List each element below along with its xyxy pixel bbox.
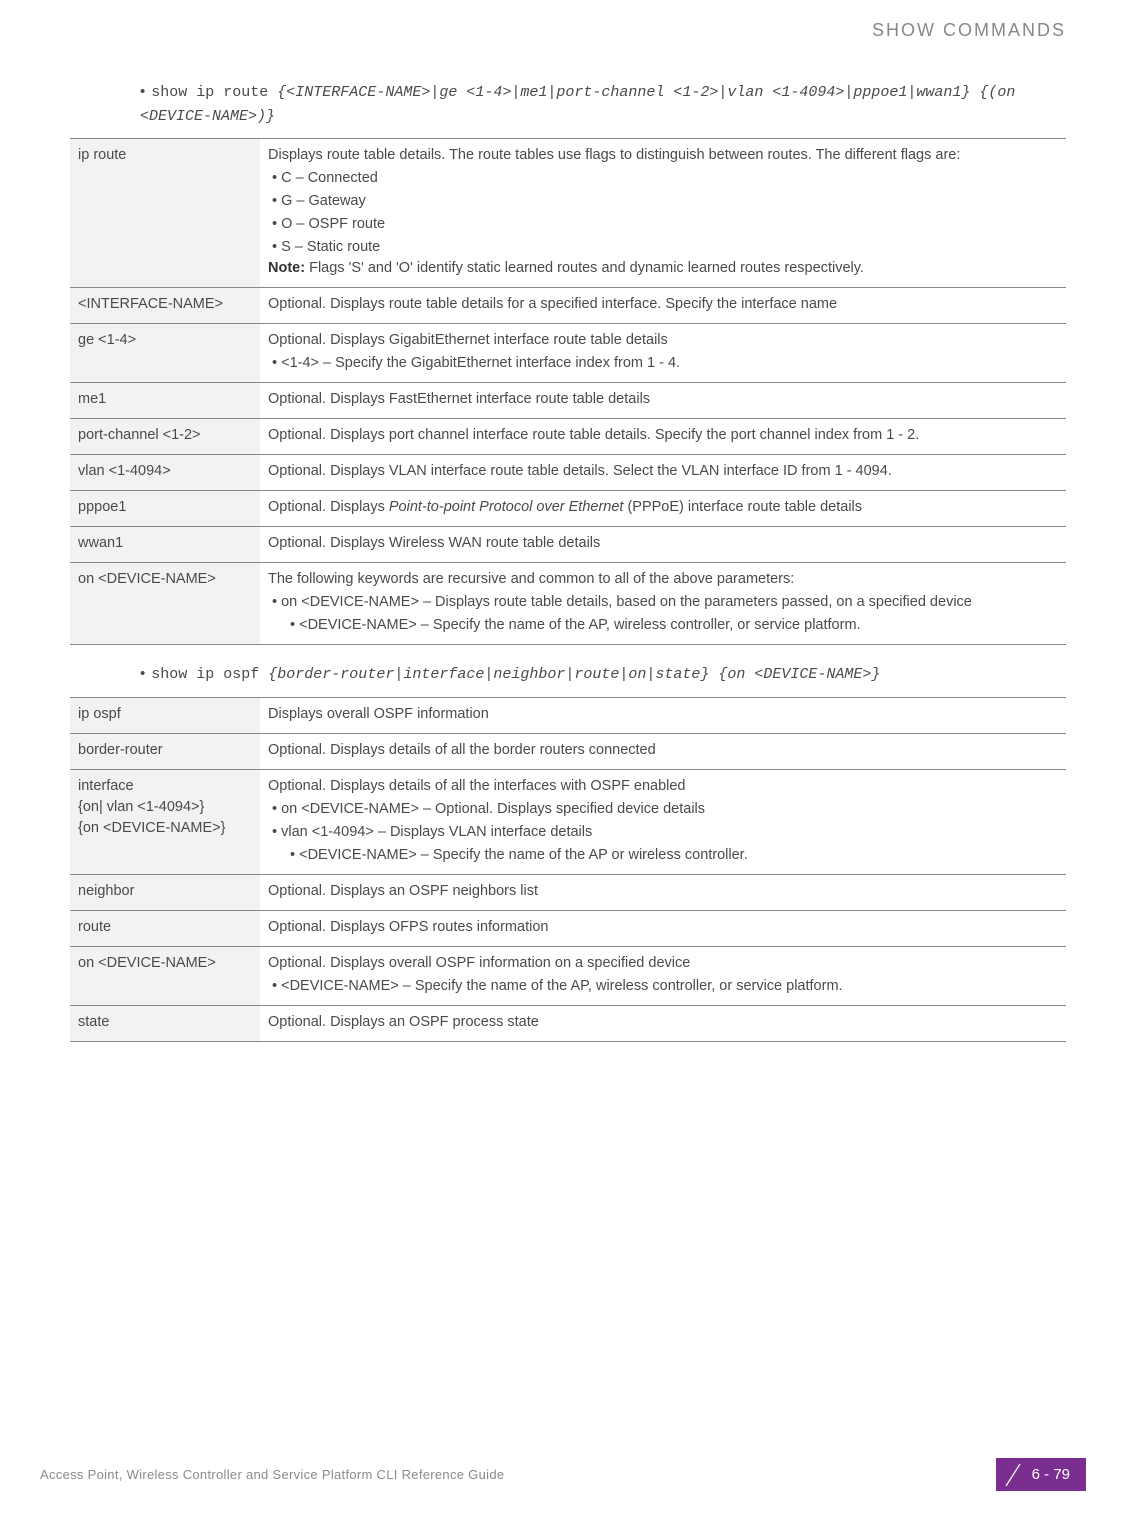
desc-cell: Optional. Displays details of all the in… [260, 769, 1066, 874]
param-cell: vlan <1-4094> [70, 455, 260, 491]
desc-cell: Optional. Displays Point-to-point Protoc… [260, 491, 1066, 527]
table-row: ge <1-4> Optional. Displays GigabitEther… [70, 324, 1066, 383]
page-number: 6 - 79 [1032, 1466, 1070, 1483]
desc-text: Optional. Displays overall OSPF informat… [268, 953, 1058, 974]
cmd-prefix: show ip ospf [151, 666, 268, 683]
table-row: ip ospf Displays overall OSPF informatio… [70, 697, 1066, 733]
param-cell: ip route [70, 139, 260, 288]
flag-g: G – Gateway [272, 191, 1058, 212]
param-cell: border-router [70, 733, 260, 769]
param-cell: interface {on| vlan <1-4094>} {on <DEVIC… [70, 769, 260, 874]
param-cell: on <DEVICE-NAME> [70, 563, 260, 645]
ip-route-table: ip route Displays route table details. T… [70, 138, 1066, 645]
table-row: on <DEVICE-NAME> The following keywords … [70, 563, 1066, 645]
desc-text: Optional. Displays GigabitEthernet inter… [268, 330, 1058, 351]
param-cell: wwan1 [70, 527, 260, 563]
flag-s: S – Static route [272, 237, 1058, 258]
desc-cell: Optional. Displays details of all the bo… [260, 733, 1066, 769]
table-row: port-channel <1-2> Optional. Displays po… [70, 419, 1066, 455]
param-cell: route [70, 910, 260, 946]
param-cell: ge <1-4> [70, 324, 260, 383]
device-name-note: <DEVICE-NAME> – Specify the name of the … [290, 615, 1058, 636]
table-row: neighbor Optional. Displays an OSPF neig… [70, 874, 1066, 910]
desc-cell: Optional. Displays Wireless WAN route ta… [260, 527, 1066, 563]
slash-icon [1002, 1460, 1024, 1490]
desc-pre: Optional. Displays [268, 499, 389, 515]
desc-cell: Optional. Displays an OSPF process state [260, 1005, 1066, 1041]
note-label: Note: [268, 260, 305, 276]
param-cell: port-channel <1-2> [70, 419, 260, 455]
flag-o: O – OSPF route [272, 214, 1058, 235]
footer-guide-title: Access Point, Wireless Controller and Se… [40, 1467, 504, 1482]
flag-c: C – Connected [272, 168, 1058, 189]
desc-cell: Optional. Displays GigabitEthernet inter… [260, 324, 1066, 383]
desc-cell: Displays overall OSPF information [260, 697, 1066, 733]
on-device: on <DEVICE-NAME> – Displays route table … [272, 592, 1058, 613]
desc-cell: Displays route table details. The route … [260, 139, 1066, 288]
param-cell: neighbor [70, 874, 260, 910]
table-row: pppoe1 Optional. Displays Point-to-point… [70, 491, 1066, 527]
range-note: <1-4> – Specify the GigabitEthernet inte… [272, 353, 1058, 374]
desc-text: Optional. Displays details of all the in… [268, 776, 1058, 797]
desc-cell: Optional. Displays port channel interfac… [260, 419, 1066, 455]
param-cell: me1 [70, 383, 260, 419]
page-header: SHOW COMMANDS [70, 20, 1066, 41]
vlan-range: vlan <1-4094> – Displays VLAN interface … [272, 822, 1058, 843]
param-cell: pppoe1 [70, 491, 260, 527]
table-row: state Optional. Displays an OSPF process… [70, 1005, 1066, 1041]
table-row: interface {on| vlan <1-4094>} {on <DEVIC… [70, 769, 1066, 874]
device-name-note: <DEVICE-NAME> – Specify the name of the … [272, 976, 1058, 997]
table-row: vlan <1-4094> Optional. Displays VLAN in… [70, 455, 1066, 491]
desc-text: Displays route table details. The route … [268, 145, 1058, 166]
param-cell: on <DEVICE-NAME> [70, 946, 260, 1005]
param-cell: <INTERFACE-NAME> [70, 288, 260, 324]
table-row: <INTERFACE-NAME> Optional. Displays rout… [70, 288, 1066, 324]
cmd-prefix: show ip route [151, 84, 277, 101]
on-device: on <DEVICE-NAME> – Optional. Displays sp… [272, 799, 1058, 820]
desc-ital: Point-to-point Protocol over Ethernet [389, 499, 624, 515]
cmd-args: {border-router|interface|neighbor|route|… [268, 666, 880, 683]
param-line3: {on <DEVICE-NAME>} [78, 818, 252, 839]
desc-cell: Optional. Displays OFPS routes informati… [260, 910, 1066, 946]
command-syntax-route: •show ip route {<INTERFACE-NAME>|ge <1-4… [140, 81, 1066, 128]
command-syntax-ospf: •show ip ospf {border-router|interface|n… [140, 663, 1066, 687]
desc-cell: Optional. Displays FastEthernet interfac… [260, 383, 1066, 419]
param-line1: interface [78, 776, 252, 797]
param-cell: ip ospf [70, 697, 260, 733]
desc-post: (PPPoE) interface route table details [623, 499, 862, 515]
table-row: border-router Optional. Displays details… [70, 733, 1066, 769]
table-row: ip route Displays route table details. T… [70, 139, 1066, 288]
page-number-badge: 6 - 79 [996, 1458, 1086, 1491]
ip-ospf-table: ip ospf Displays overall OSPF informatio… [70, 697, 1066, 1042]
note-line: Note: Flags 'S' and 'O' identify static … [268, 258, 1058, 279]
table-row: me1 Optional. Displays FastEthernet inte… [70, 383, 1066, 419]
table-row: route Optional. Displays OFPS routes inf… [70, 910, 1066, 946]
desc-cell: Optional. Displays an OSPF neighbors lis… [260, 874, 1066, 910]
table-row: on <DEVICE-NAME> Optional. Displays over… [70, 946, 1066, 1005]
desc-cell: The following keywords are recursive and… [260, 563, 1066, 645]
page-footer: Access Point, Wireless Controller and Se… [0, 1458, 1126, 1491]
desc-text: The following keywords are recursive and… [268, 569, 1058, 590]
desc-cell: Optional. Displays route table details f… [260, 288, 1066, 324]
device-name-note: <DEVICE-NAME> – Specify the name of the … [290, 845, 1058, 866]
desc-cell: Optional. Displays overall OSPF informat… [260, 946, 1066, 1005]
note-text: Flags 'S' and 'O' identify static learne… [305, 260, 864, 276]
param-cell: state [70, 1005, 260, 1041]
param-line2: {on| vlan <1-4094>} [78, 797, 252, 818]
table-row: wwan1 Optional. Displays Wireless WAN ro… [70, 527, 1066, 563]
desc-cell: Optional. Displays VLAN interface route … [260, 455, 1066, 491]
